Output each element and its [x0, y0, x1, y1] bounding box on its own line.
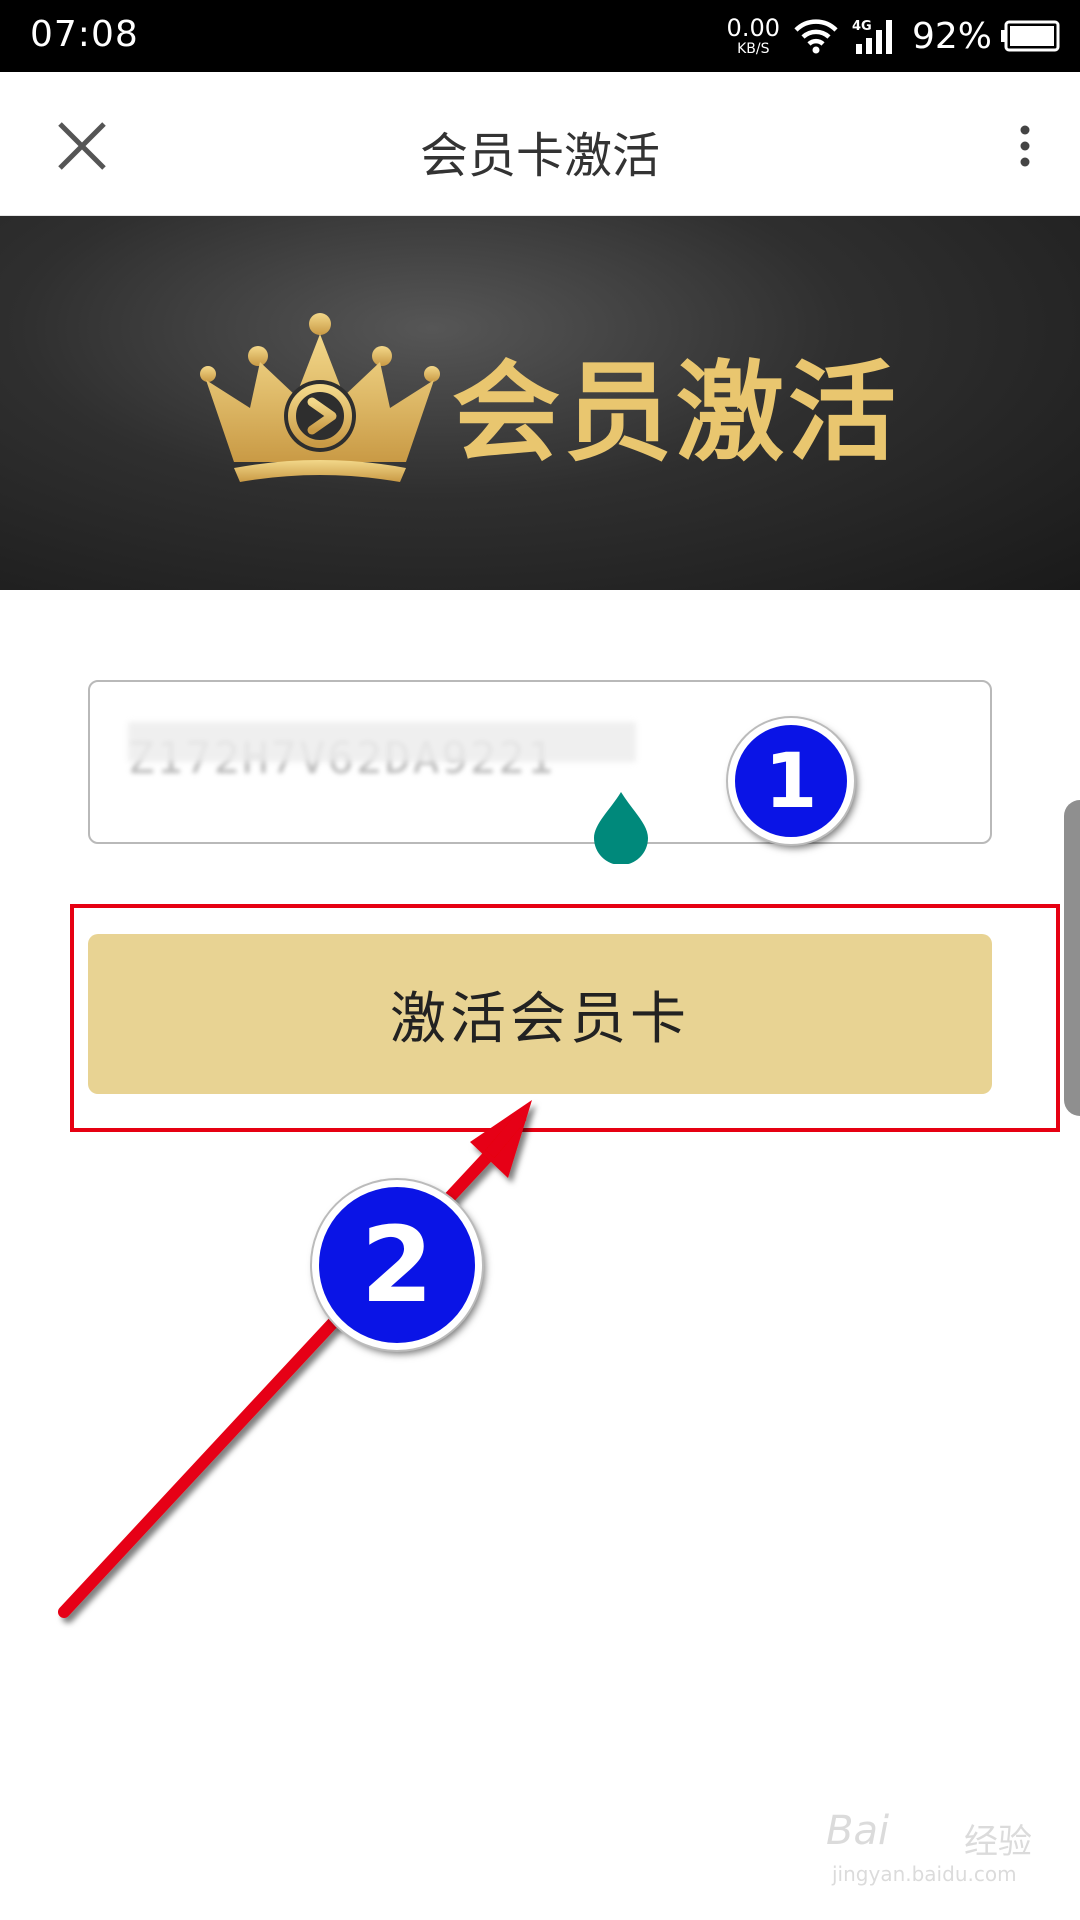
- status-bar: 07:08 0.00 KB/S 4G 92%: [0, 0, 1080, 72]
- page-title: 会员卡激活: [419, 128, 660, 184]
- step-2-marker: 2: [312, 1180, 482, 1350]
- network-speed: 0.00 KB/S: [727, 16, 780, 56]
- network-speed-value: 0.00: [726, 14, 780, 42]
- wifi-icon: [794, 19, 838, 54]
- status-indicators: 0.00 KB/S 4G 92%: [727, 10, 1060, 62]
- side-scroll-edge[interactable]: [1064, 800, 1080, 1116]
- watermark-url: jingyan.baidu.com: [832, 1862, 1017, 1886]
- banner-title: 会员激活: [452, 351, 901, 476]
- watermark-brand: Bai: [826, 1808, 890, 1854]
- step-1-marker: 1: [728, 718, 854, 844]
- crown-play-icon: [200, 313, 440, 482]
- watermark-brand-suffix: 经验: [964, 1822, 1032, 1862]
- app-header: 会员卡激活: [0, 72, 1080, 216]
- battery-icon: [1001, 20, 1060, 52]
- status-time: 07:08: [30, 14, 139, 55]
- more-vertical-icon[interactable]: [1010, 116, 1040, 176]
- activate-card-button[interactable]: 激活会员卡: [88, 934, 992, 1094]
- text-cursor-handle-icon[interactable]: [592, 790, 650, 864]
- code-input-container: [88, 680, 992, 844]
- cellular-signal-icon: 4G: [852, 19, 892, 54]
- network-type-label: 4G: [852, 19, 872, 34]
- network-speed-unit: KB/S: [737, 41, 770, 57]
- battery-percent: 92%: [911, 15, 992, 57]
- membership-banner: 会员激活: [0, 216, 1080, 590]
- baidu-watermark: Bai 经验 jingyan.baidu.com: [826, 1808, 1056, 1892]
- code-privacy-blur: [128, 722, 636, 762]
